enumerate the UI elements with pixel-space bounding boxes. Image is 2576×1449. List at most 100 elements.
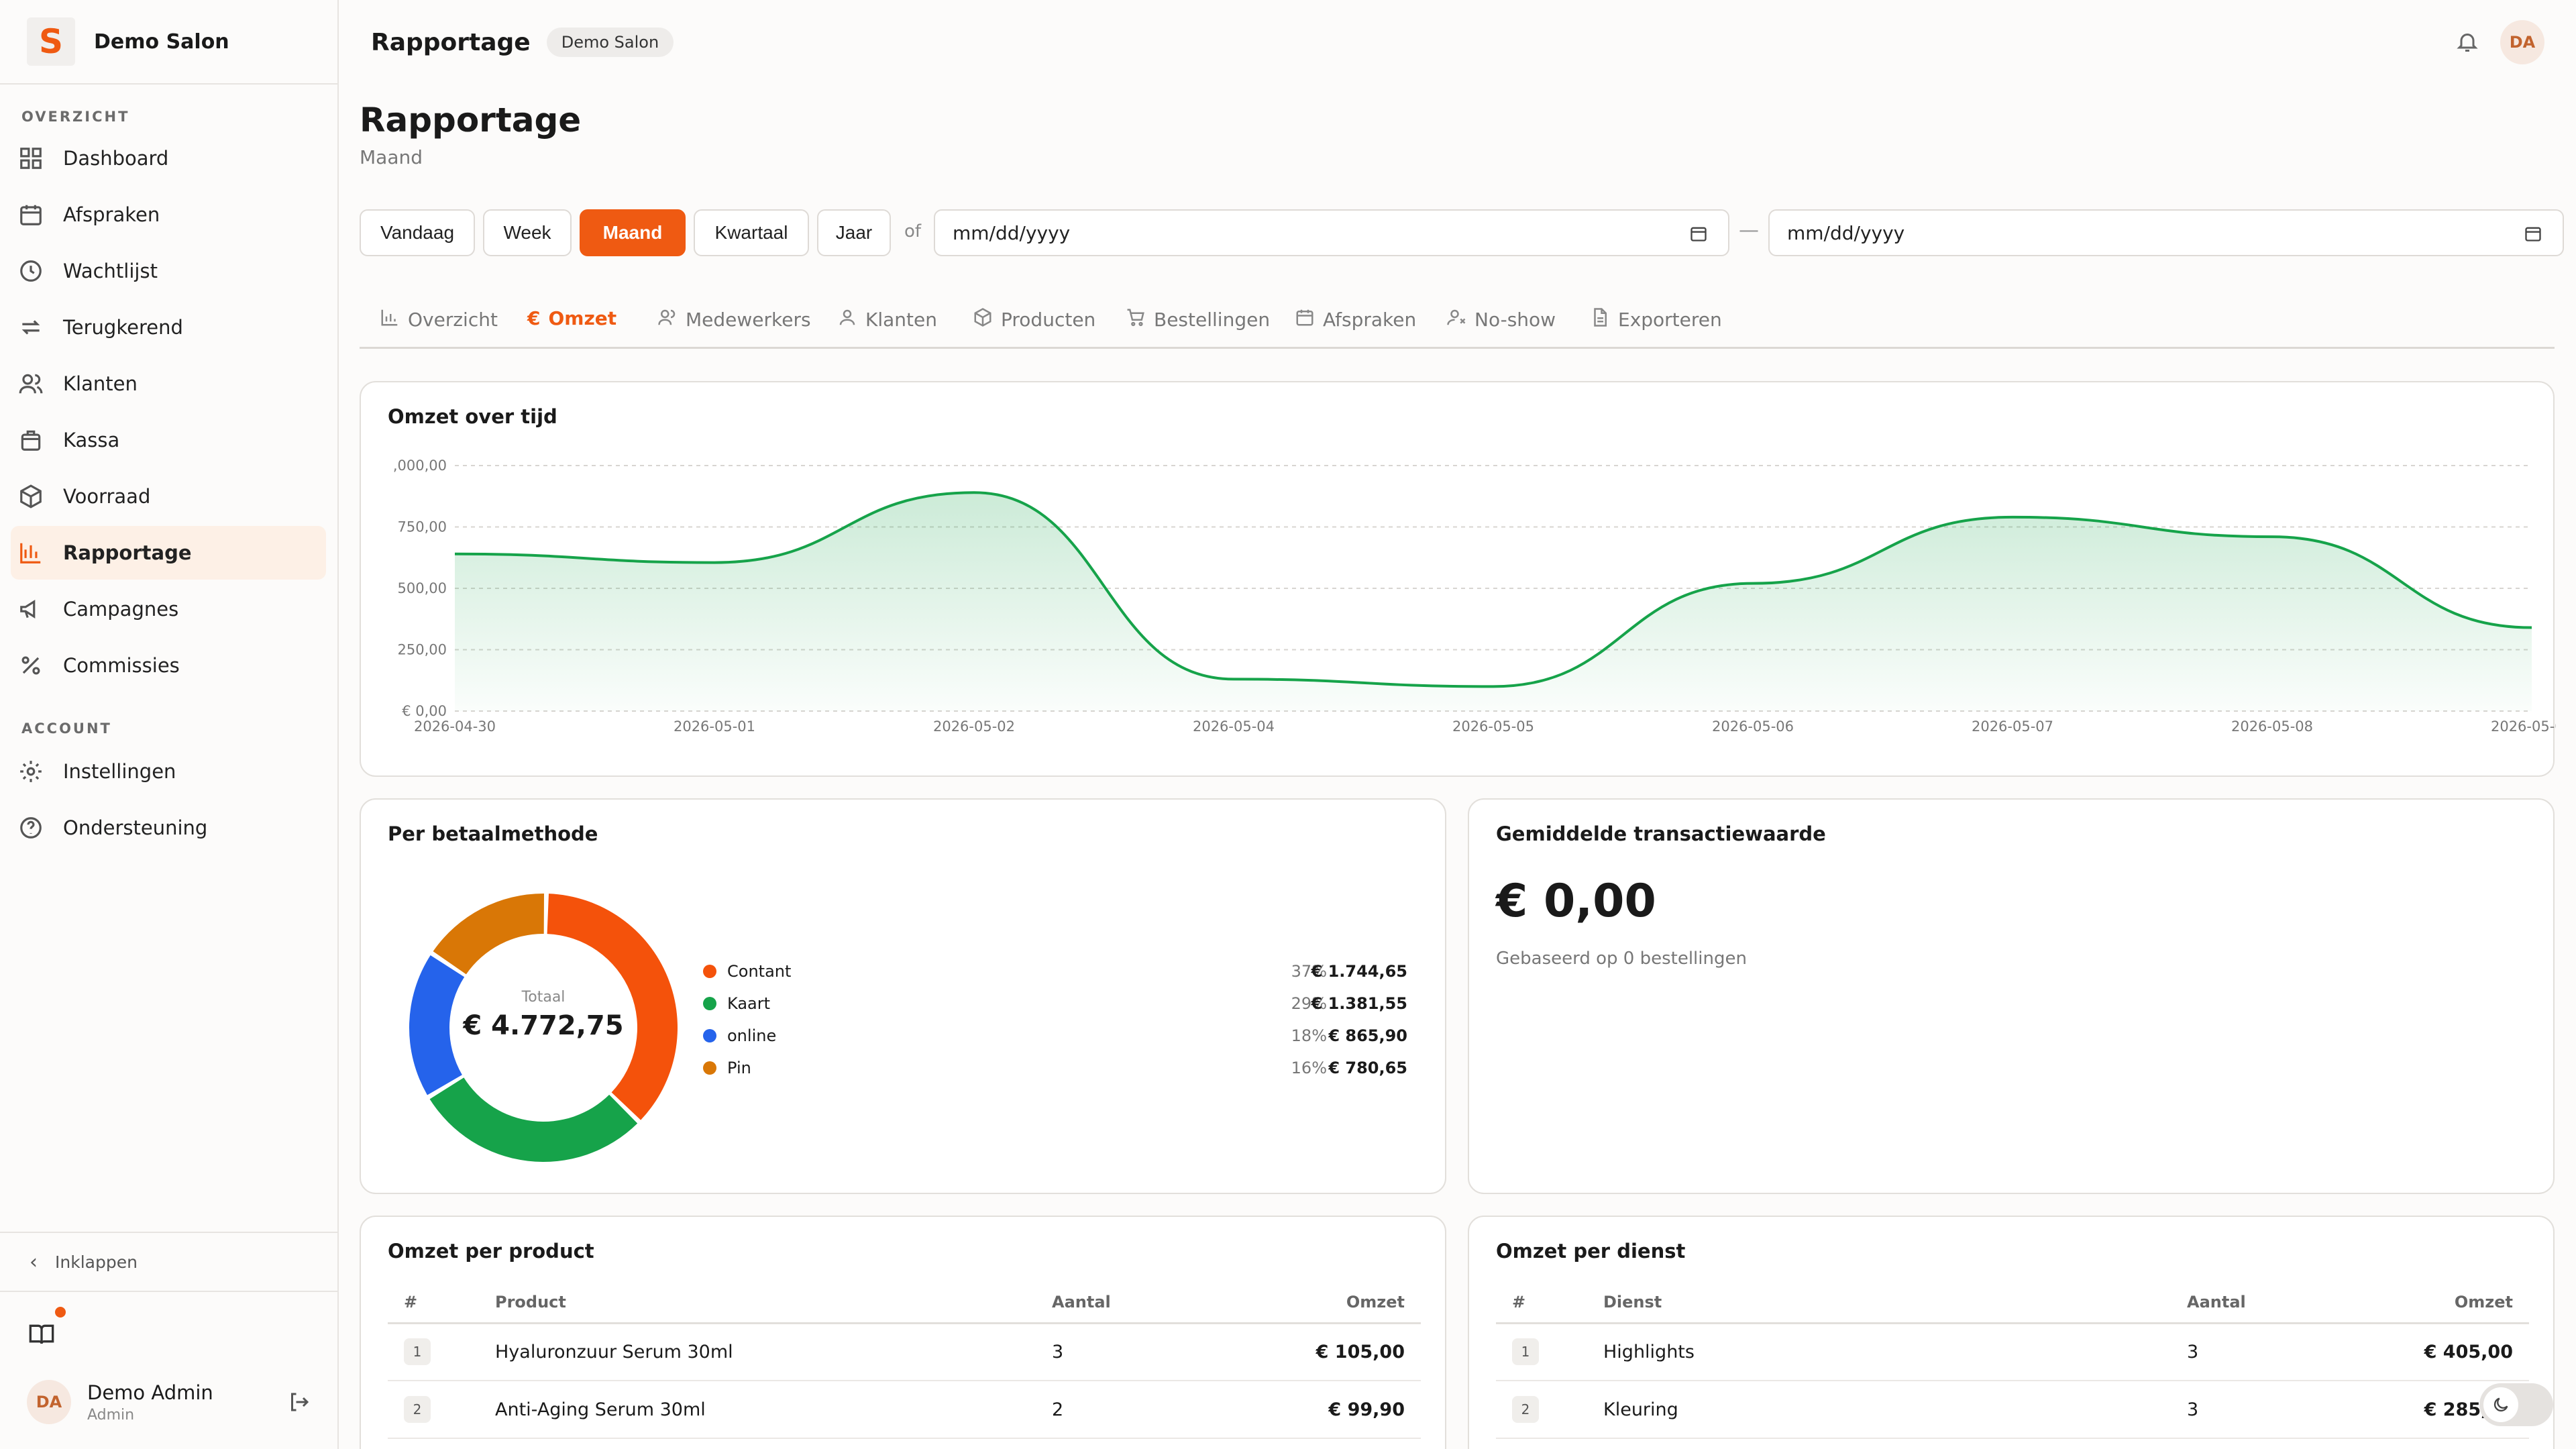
service-name: Highlights: [1603, 1323, 2187, 1381]
table-row[interactable]: 2 Anti-Aging Serum 30ml 2 € 99,90: [388, 1381, 1421, 1439]
sidebar-item-label: Klanten: [63, 372, 138, 395]
x-tick-label: 2026-05-01: [674, 718, 755, 735]
y-tick-label: 250,00: [398, 642, 447, 658]
card-title: Omzet per dienst: [1496, 1240, 1686, 1263]
user-x-icon: [1446, 307, 1474, 332]
start-date-placeholder: mm/dd/yyyy: [953, 221, 1071, 244]
product-name: Anti-Aging Serum 30ml: [495, 1381, 1052, 1439]
table-row[interactable]: 1 Highlights 3 € 405,00: [1496, 1323, 2529, 1381]
col-product: Product: [495, 1283, 1052, 1324]
start-date-input[interactable]: mm/dd/yyyy: [934, 209, 1729, 256]
legend-amount: € 865,90: [1328, 1026, 1407, 1045]
header-avatar[interactable]: DA: [2500, 20, 2544, 64]
bag-icon: [17, 427, 44, 453]
col-omzet: Omzet: [2361, 1283, 2529, 1324]
tab-label: Overzicht: [408, 309, 498, 331]
tab-label: Afspraken: [1323, 309, 1417, 331]
sidebar-item-terugkerend[interactable]: Terugkerend: [11, 301, 326, 354]
file-icon: [1590, 307, 1618, 332]
legend-label: Contant: [727, 962, 792, 981]
tab-omzet[interactable]: € Omzet: [527, 307, 616, 329]
sidebar-item-rapportage[interactable]: Rapportage: [11, 526, 326, 580]
sidebar-item-dashboard[interactable]: Dashboard: [11, 131, 326, 185]
tab-label: Bestellingen: [1154, 309, 1271, 331]
col-omzet: Omzet: [1253, 1283, 1421, 1324]
brand[interactable]: S Demo Salon: [0, 0, 337, 85]
help-icon: [17, 814, 44, 841]
period-kwartaal-button[interactable]: Kwartaal: [694, 209, 809, 256]
period-jaar-button[interactable]: Jaar: [817, 209, 891, 256]
tab-medewerkers[interactable]: Medewerkers: [657, 307, 811, 332]
card-title: Per betaalmethode: [388, 822, 598, 845]
sidebar-item-instellingen[interactable]: Instellingen: [11, 745, 326, 798]
tab-exporteren[interactable]: Exporteren: [1590, 307, 1722, 332]
legend-amount: € 1.744,65: [1311, 962, 1407, 981]
header-title: Rapportage: [371, 28, 531, 56]
tab-label: Omzet: [548, 307, 617, 329]
table-header: # Dienst Aantal Omzet: [1496, 1283, 2529, 1324]
table-row[interactable]: 1 Hyaluronzuur Serum 30ml 3 € 105,00: [388, 1323, 1421, 1381]
logout-icon[interactable]: [287, 1390, 311, 1417]
tab-bestellingen[interactable]: Bestellingen: [1126, 307, 1270, 332]
avg-value: € 0,00: [1496, 875, 1656, 928]
legend-amount: € 780,65: [1328, 1059, 1407, 1077]
row-index: 1: [404, 1338, 431, 1366]
theme-toggle[interactable]: [2479, 1383, 2553, 1426]
page-subtitle: Maand: [360, 146, 423, 168]
bell-icon[interactable]: [2455, 30, 2479, 56]
sidebar-item-label: Wachtlijst: [63, 260, 158, 282]
gear-icon: [17, 758, 44, 785]
donut-slice-kaart[interactable]: [429, 1077, 638, 1162]
y-tick-label: € 0,00: [402, 703, 447, 719]
sidebar-item-wachtlijst[interactable]: Wachtlijst: [11, 244, 326, 298]
sidebar-item-afspraken[interactable]: Afspraken: [11, 188, 326, 241]
donut-slice-pin[interactable]: [433, 894, 544, 975]
period-vandaag-button[interactable]: Vandaag: [360, 209, 475, 256]
tab-label: Producten: [1001, 309, 1096, 331]
tab-afspraken[interactable]: Afspraken: [1295, 307, 1416, 332]
service-table: # Dienst Aantal Omzet 1 Highlights 3 € 4…: [1496, 1283, 2529, 1439]
chart-icon: [17, 539, 44, 566]
period-maand-button[interactable]: Maand: [580, 209, 686, 256]
product-revenue: € 99,90: [1253, 1381, 1421, 1439]
col-aantal: Aantal: [1052, 1283, 1253, 1324]
calendar-icon: [2524, 224, 2542, 248]
tab-label: Klanten: [865, 309, 937, 331]
sidebar-item-voorraad[interactable]: Voorraad: [11, 470, 326, 523]
table-row[interactable]: 2 Kleuring 3 € 285,00: [1496, 1381, 2529, 1439]
user-name: Demo Admin: [87, 1381, 213, 1404]
card-title: Omzet per product: [388, 1240, 594, 1263]
top-bar: Rapportage Demo Salon DA: [339, 0, 2576, 85]
y-tick-label: 750,00: [398, 519, 447, 535]
x-tick-label: 2026-05-08: [2231, 718, 2313, 735]
tab-overzicht[interactable]: Overzicht: [380, 307, 498, 332]
sidebar-item-ondersteuning[interactable]: Ondersteuning: [11, 801, 326, 855]
sidebar-item-klanten[interactable]: Klanten: [11, 357, 326, 411]
legend-amount: € 1.381,55: [1311, 994, 1407, 1013]
notification-dot: [55, 1307, 66, 1318]
tab-klanten[interactable]: Klanten: [837, 307, 937, 332]
book-icon[interactable]: [28, 1307, 66, 1350]
section-title-overview: OVERZICHT: [21, 109, 130, 125]
sidebar-item-label: Instellingen: [63, 760, 176, 783]
sidebar-item-label: Terugkerend: [63, 316, 183, 339]
service-qty: 3: [2187, 1323, 2361, 1381]
end-date-input[interactable]: mm/dd/yyyy: [1768, 209, 2564, 256]
legend-row-kaart: Kaart 29% € 1.381,55: [703, 990, 1428, 1017]
tab-label: Exporteren: [1618, 309, 1722, 331]
sidebar-item-campagnes[interactable]: Campagnes: [11, 582, 326, 636]
end-date-placeholder: mm/dd/yyyy: [1787, 221, 1905, 244]
period-week-button[interactable]: Week: [483, 209, 572, 256]
sidebar-item-kassa[interactable]: Kassa: [11, 413, 326, 467]
legend-pct: 18%: [1291, 1026, 1327, 1045]
row-index: 2: [404, 1396, 431, 1423]
tab-producten[interactable]: Producten: [973, 307, 1095, 332]
tab-no-show[interactable]: No-show: [1446, 307, 1556, 332]
service-name: Kleuring: [1603, 1381, 2187, 1439]
user-profile[interactable]: DA Demo Admin Admin: [0, 1368, 339, 1436]
donut-slice-contant[interactable]: [547, 894, 678, 1120]
collapse-button[interactable]: ‹ Inklappen: [0, 1232, 339, 1292]
sidebar-item-commissies[interactable]: Commissies: [11, 639, 326, 692]
legend-row-contant: Contant 37% € 1.744,65: [703, 958, 1428, 985]
sidebar-item-label: Afspraken: [63, 203, 160, 226]
